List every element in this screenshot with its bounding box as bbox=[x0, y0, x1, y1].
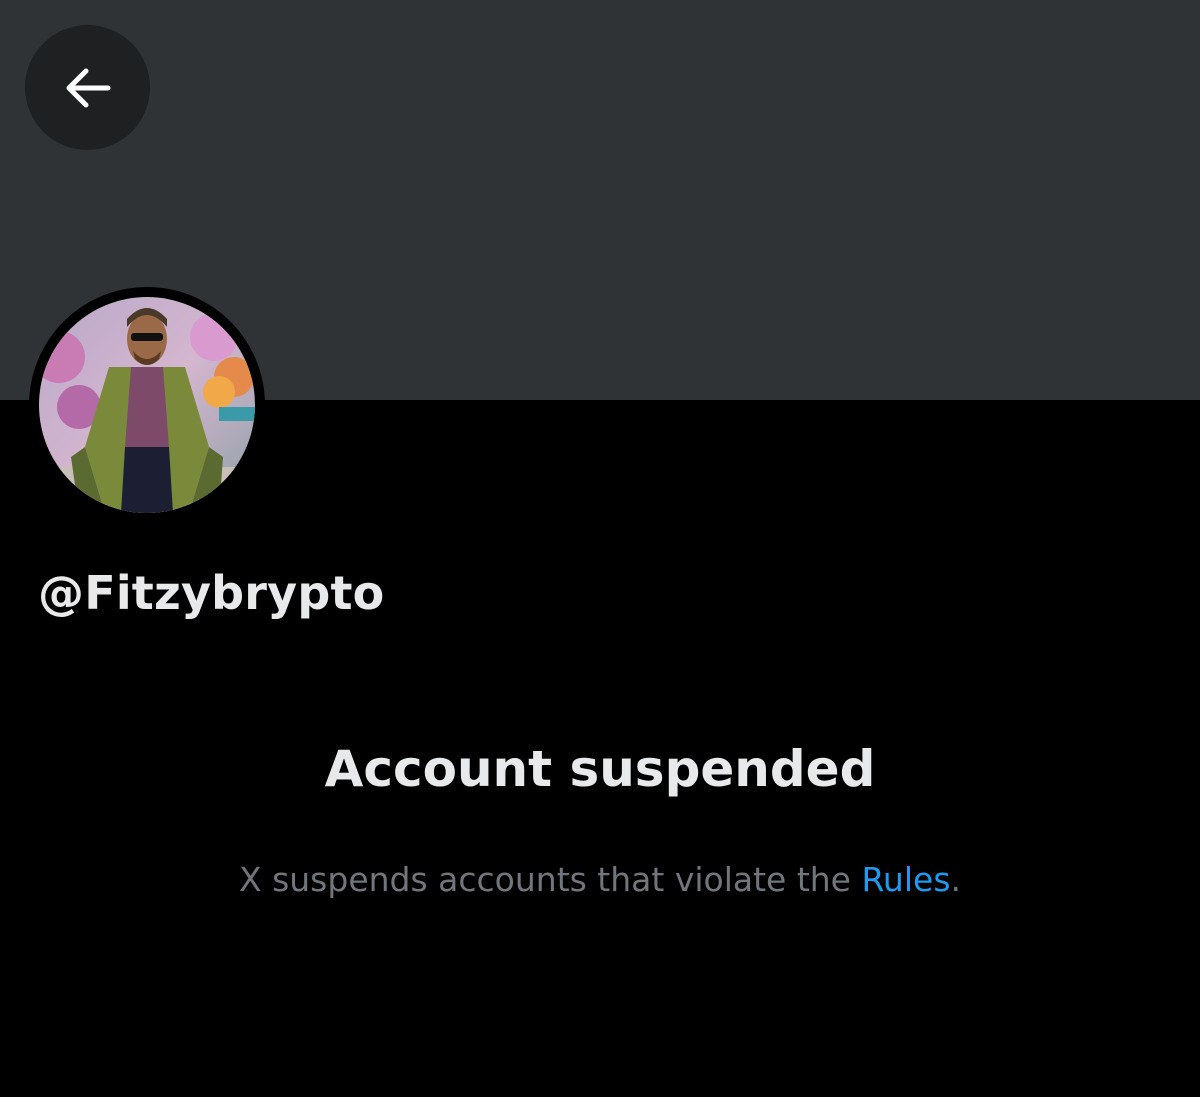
suspended-description: X suspends accounts that violate the Rul… bbox=[0, 860, 1200, 899]
description-period: . bbox=[950, 860, 962, 899]
avatar[interactable] bbox=[39, 297, 255, 513]
avatar-frame bbox=[29, 287, 265, 523]
arrow-left-icon bbox=[66, 68, 110, 107]
rules-link[interactable]: Rules bbox=[861, 860, 950, 899]
suspended-title: Account suspended bbox=[324, 740, 876, 798]
back-button[interactable] bbox=[25, 25, 150, 150]
profile-handle: @Fitzybrypto bbox=[38, 566, 385, 620]
avatar-illustration bbox=[39, 297, 255, 513]
description-text: X suspends accounts that violate the bbox=[238, 860, 862, 899]
